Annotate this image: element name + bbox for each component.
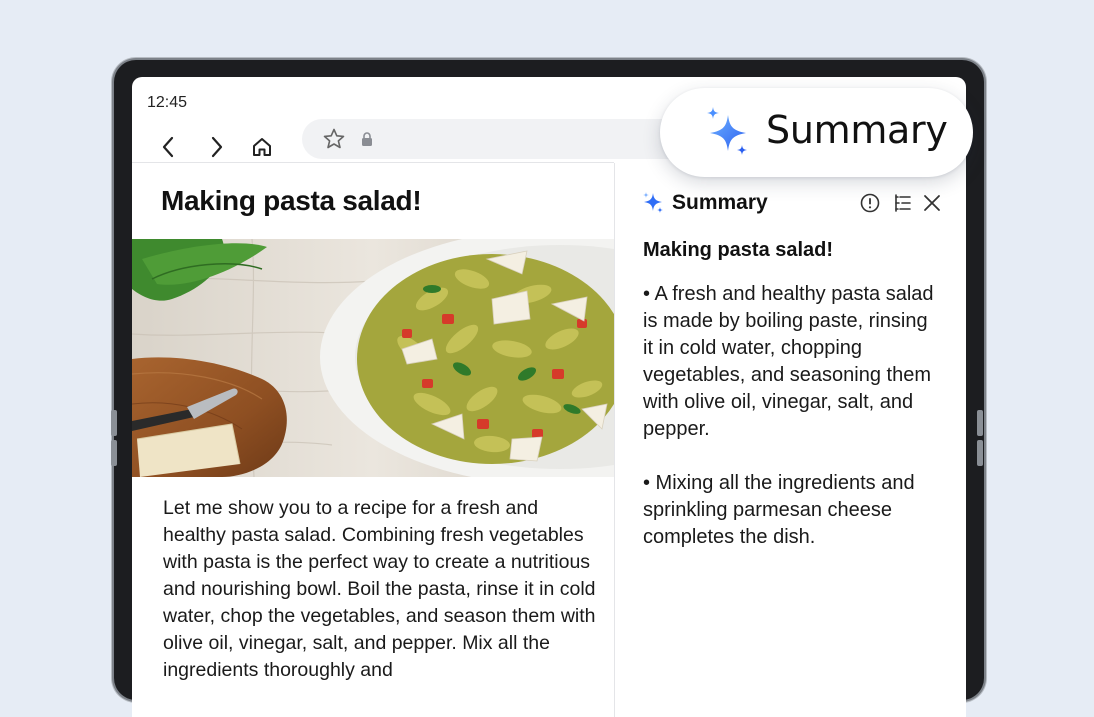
format-button[interactable] bbox=[890, 191, 914, 215]
pasta-salad-image bbox=[132, 239, 614, 477]
close-icon bbox=[924, 195, 940, 211]
back-button[interactable] bbox=[148, 127, 188, 167]
hinge-right-bottom bbox=[977, 440, 983, 466]
chevron-left-icon bbox=[162, 136, 174, 158]
bookmark-star-icon[interactable] bbox=[322, 127, 346, 151]
info-button[interactable] bbox=[858, 191, 882, 215]
list-format-icon bbox=[895, 194, 911, 212]
forward-button[interactable] bbox=[197, 127, 237, 167]
ai-sparkle-icon bbox=[707, 107, 747, 155]
summary-panel: Summary Making pasta salad! • A fresh an… bbox=[615, 163, 966, 717]
chevron-right-icon bbox=[211, 136, 223, 158]
home-icon bbox=[253, 138, 271, 156]
article-title: Making pasta salad! bbox=[161, 185, 422, 216]
hinge-right-top bbox=[977, 410, 983, 436]
summary-points: • A fresh and healthy pasta salad is mad… bbox=[643, 281, 943, 578]
lock-icon bbox=[362, 132, 372, 146]
ai-sparkle-icon bbox=[643, 192, 663, 213]
summary-pill-label: Summary bbox=[766, 108, 948, 152]
article-pane: Making pasta salad! Let me show you to a… bbox=[132, 163, 614, 717]
hinge-left-bottom bbox=[111, 440, 117, 466]
summary-heading: Making pasta salad! bbox=[643, 239, 834, 261]
home-button[interactable] bbox=[242, 127, 282, 167]
article-body: Let me show you to a recipe for a fresh … bbox=[163, 497, 596, 681]
hinge-left-top bbox=[111, 410, 117, 436]
summary-point: • Mixing all the ingredients and sprinkl… bbox=[643, 472, 915, 548]
close-button[interactable] bbox=[920, 191, 944, 215]
summary-panel-title: Summary bbox=[672, 191, 768, 214]
summary-point: • A fresh and healthy pasta salad is mad… bbox=[643, 283, 934, 440]
summary-pill-button[interactable]: Summary bbox=[660, 88, 973, 177]
status-time: 12:45 bbox=[147, 94, 188, 111]
info-icon bbox=[860, 193, 880, 213]
